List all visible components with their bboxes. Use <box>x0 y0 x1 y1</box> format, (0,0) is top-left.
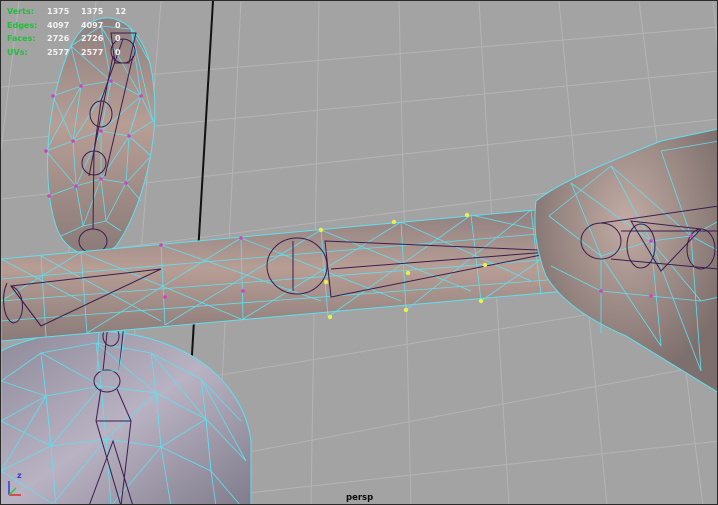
right-mesh <box>534 128 717 393</box>
hud-total: 2577 <box>47 47 70 57</box>
hud-selected: 0 <box>115 34 121 43</box>
hud-row-faces: Faces: 2726 2726 0 <box>7 32 133 46</box>
hud-selected: 0 <box>115 20 121 30</box>
hud-label: Faces: <box>7 34 36 43</box>
hud-row-edges: Edges: 4097 4097 0 <box>7 19 133 33</box>
hud-label: UVs: <box>7 47 28 57</box>
perspective-viewport[interactable]: Verts: 1375 1375 12 Edges: 4097 4097 0 F… <box>0 0 718 505</box>
lower-blob-mesh <box>1 330 252 504</box>
hud-selected: 12 <box>115 7 127 16</box>
axis-gizmo-icon <box>8 481 21 496</box>
hud-selected: 0 <box>115 47 121 57</box>
hud-visible: 2577 <box>81 47 104 57</box>
hud-row-uvs: UVs: 2577 2577 0 <box>7 46 133 60</box>
axis-z-label: z <box>17 471 22 480</box>
hud-total: 1375 <box>47 7 70 16</box>
hud-visible: 2726 <box>81 34 104 43</box>
hud-row-verts: Verts: 1375 1375 12 <box>7 5 133 19</box>
camera-name-label: persp <box>346 493 374 503</box>
hud-total: 2726 <box>47 34 70 43</box>
scene-canvas[interactable] <box>1 1 718 505</box>
hud-visible: 4097 <box>81 20 104 30</box>
poly-count-hud: Verts: 1375 1375 12 Edges: 4097 4097 0 F… <box>7 5 133 59</box>
hud-label: Verts: <box>7 7 34 16</box>
hud-visible: 1375 <box>81 7 104 16</box>
hud-total: 4097 <box>47 20 70 30</box>
hud-label: Edges: <box>7 20 38 30</box>
axis-gizmo: z <box>5 471 27 499</box>
